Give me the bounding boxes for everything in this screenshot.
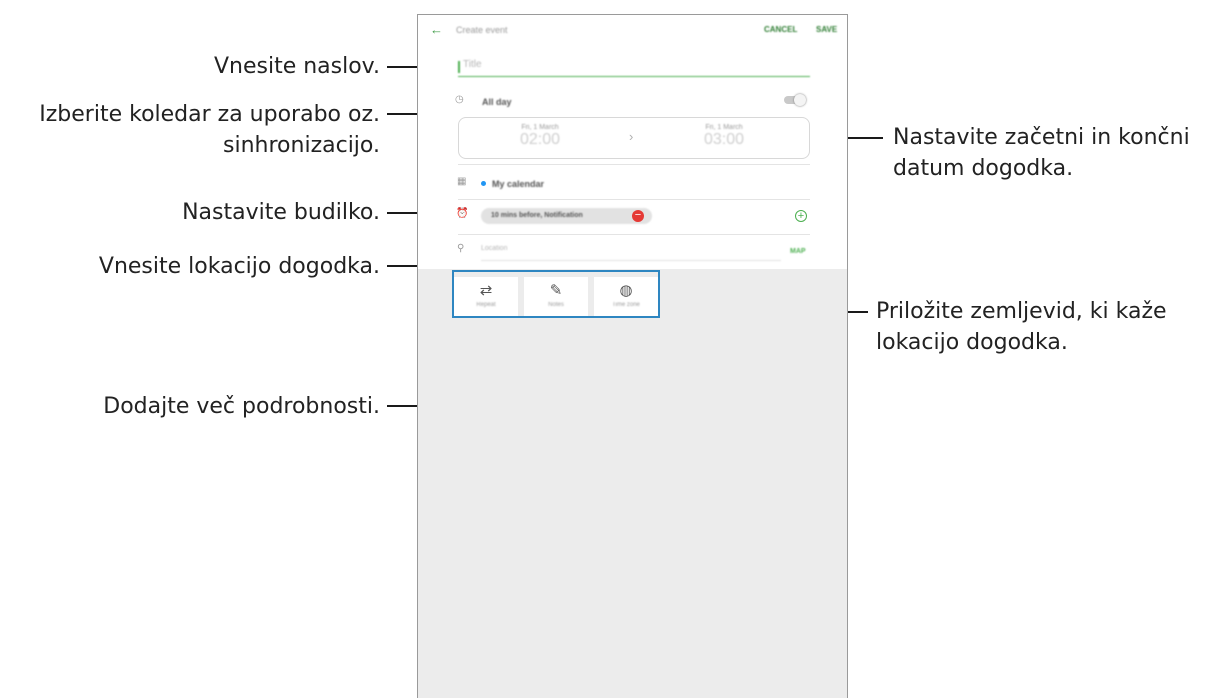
clock-icon: ◷ [455,94,464,105]
callout-location: Vnesite lokacijo dogodka. [98,254,380,279]
divider [458,164,810,165]
reminder-chip[interactable]: 10 mins before, Notification [481,208,652,224]
app-title: Create event [456,25,508,35]
all-day-toggle[interactable] [784,94,806,106]
divider [458,234,810,235]
end-datetime[interactable]: Fri, 1 March 03:00 [679,124,769,149]
alarm-icon: ⏰ [456,208,469,219]
start-datetime[interactable]: Fri, 1 March 02:00 [495,124,585,149]
datetime-picker[interactable]: Fri, 1 March 02:00 › Fri, 1 March 03:00 [458,117,810,159]
calendar-color-dot [481,181,486,186]
map-button[interactable]: MAP [790,248,806,255]
add-reminder-button[interactable]: + [795,210,807,222]
calendar-selector[interactable]: My calendar [492,179,544,189]
callout-map: Priložite zemljevid, ki kaže lokacijo do… [876,299,1167,355]
callout-details: Dodajte več podrobnosti. [103,394,380,419]
save-button[interactable]: SAVE [816,25,837,34]
callout-alarm: Nastavite budilko. [182,200,380,225]
calendar-icon: ▦ [457,176,467,187]
callout-dates: Nastavite začetni in končni datum dogodk… [893,125,1190,181]
cancel-button[interactable]: CANCEL [764,25,797,34]
location-pin-icon: ⚲ [457,243,465,254]
title-input[interactable]: Title [458,59,810,77]
back-arrow-icon[interactable]: ← [430,22,443,37]
callout-calendar: Izberite koledar za uporabo oz. sinhroni… [39,102,380,158]
chevron-right-icon: › [629,129,634,144]
location-input[interactable]: Location [481,245,781,261]
callout-title: Vnesite naslov. [213,54,380,79]
event-form: ← Create event CANCEL SAVE Title ◷ All d… [418,15,847,269]
all-day-label: All day [482,97,512,107]
remove-reminder-button[interactable]: − [632,210,644,222]
detail-buttons-highlight [452,270,660,318]
divider [458,199,810,200]
tablet-screen: ← Create event CANCEL SAVE Title ◷ All d… [417,14,848,698]
